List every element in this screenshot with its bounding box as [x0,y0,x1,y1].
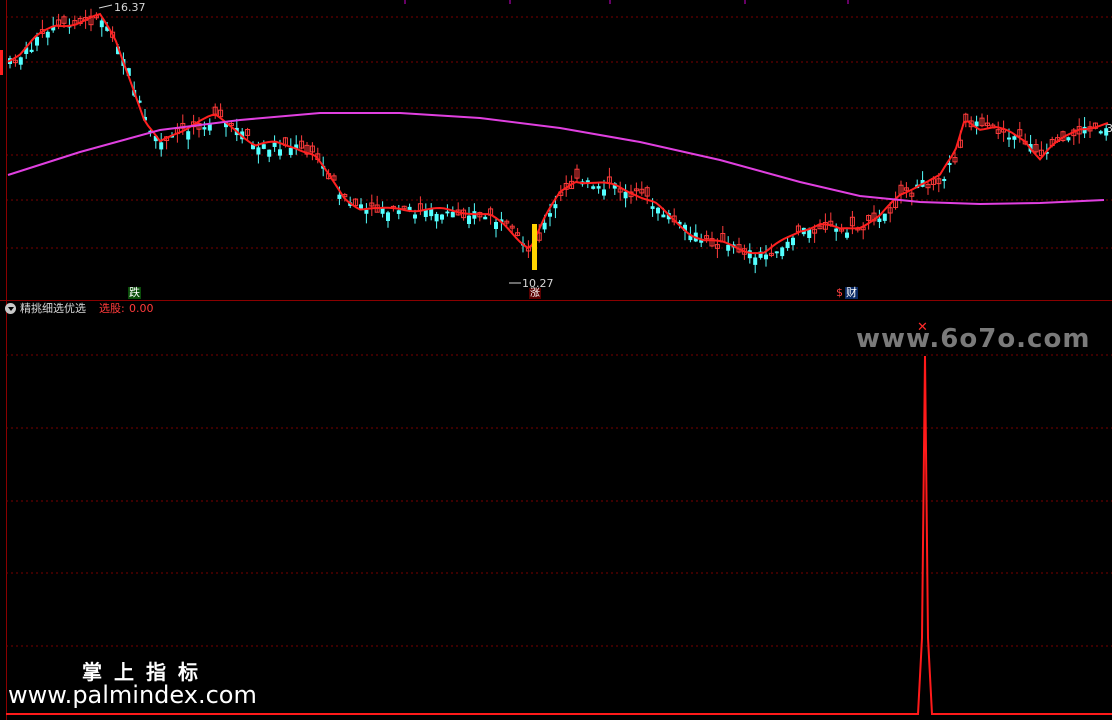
select-stock-value: 0.00 [129,302,154,315]
candle-body [596,186,601,189]
candle-body [450,211,455,218]
candle-body [159,142,164,150]
select-stock-label: 选股: [99,302,125,315]
watermark-url: www.palmindex.com [8,681,257,709]
candle-body [483,216,488,220]
candle-body [18,57,23,65]
candle-body [947,163,952,165]
candle-body [591,186,596,189]
candle-body [29,49,34,52]
candle-body [764,254,768,260]
candle-body [278,149,282,156]
candle-body [623,191,628,199]
candle-body [774,251,779,254]
candle-body [272,142,277,147]
candle-body [413,214,417,219]
candle-body [186,131,191,140]
candle-body [337,194,342,199]
dollar-icon: $ [836,286,843,299]
candle-body [99,20,104,28]
candle-body [882,213,887,221]
candlestick-chart[interactable] [0,0,1112,300]
ma-long-line [7,112,1105,206]
indicator-name[interactable]: 精挑细选优选 [20,303,86,315]
candle-body [202,127,207,130]
candle-body [834,228,839,232]
candle-body [494,222,498,230]
candle-body [1012,136,1017,140]
candle-body [1066,137,1071,141]
candle-body [267,149,272,157]
candle-body [553,204,558,209]
candle-body [548,213,552,217]
candle-body [1007,137,1011,140]
candle-body [785,241,790,249]
stock-chart-window: 16.37 10.27 3 跌 涨 $ 财 精挑细选优选 选股: 0.00 ✕ … [0,0,1112,720]
candle-body [791,237,795,246]
candle-body [942,178,947,182]
left-accent [0,50,3,75]
candle-body [726,244,731,251]
ma-short-line [7,12,1109,255]
candle-body [780,247,785,257]
watermark-site: www.6o7o.com [856,324,1091,354]
candles-group [8,8,1109,274]
candle-body [440,214,444,220]
highlight-bar [532,224,537,270]
candle-body [845,232,849,238]
candle-body [877,218,882,222]
candle-body [445,211,450,214]
candle-body [602,189,606,196]
high-price-label: 16.37 [114,1,146,14]
candle-body [396,210,401,214]
candle-body [650,206,655,209]
candle-body [261,144,266,149]
candle-body [288,147,293,155]
candle-body [467,215,471,224]
candle-body [661,214,666,218]
candle-body [364,209,369,214]
fall-signal-badge: 跌 [128,286,141,299]
candle-body [256,147,261,155]
candle-body [1098,131,1103,134]
candle-body [753,257,758,265]
candle-body [542,222,547,230]
rise-signal-badge: 涨 [529,288,541,299]
indicator-header [0,300,1112,318]
candle-body [35,36,39,46]
wealth-signal-badge: 财 [845,286,858,299]
high-pointer [98,4,113,9]
candle-body [386,212,390,221]
candle-body [45,31,50,38]
right-edge-value: 3 [1106,122,1112,135]
candle-body [656,207,660,214]
collapse-panel-icon[interactable] [5,303,16,314]
candle-body [434,213,439,222]
